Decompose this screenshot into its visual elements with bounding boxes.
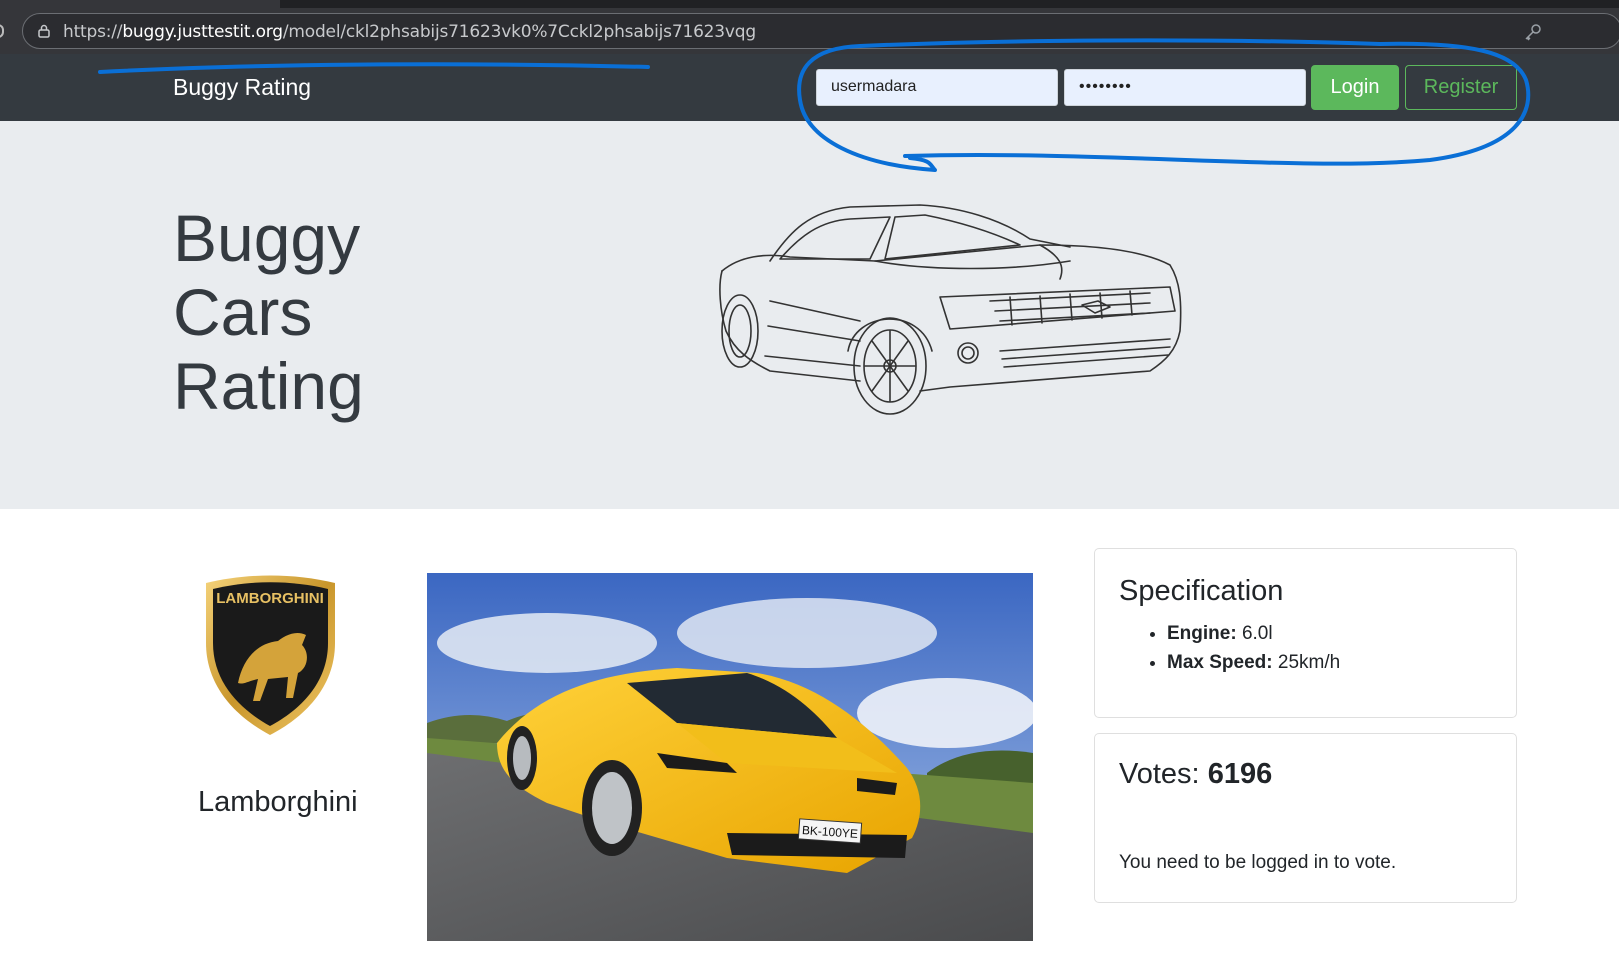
hero-title-line: Rating	[173, 349, 364, 423]
votes-label: Votes:	[1119, 758, 1200, 790]
login-password-input[interactable]: ••••••••	[1064, 69, 1306, 106]
spec-engine-label: Engine:	[1167, 623, 1237, 644]
site-info-icon[interactable]	[37, 24, 51, 38]
hero-jumbotron: Buggy Cars Rating	[0, 121, 1619, 509]
logo-text: LAMBORGHINI	[216, 590, 324, 607]
spec-speed-label: Max Speed:	[1167, 652, 1273, 673]
browser-tab-strip	[0, 0, 1619, 8]
make-name[interactable]: Lamborghini	[198, 786, 358, 819]
hero-title: Buggy Cars Rating	[173, 201, 473, 423]
browser-tab[interactable]	[0, 0, 280, 8]
password-key-icon[interactable]	[1523, 22, 1543, 42]
login-username-input[interactable]: usermadara	[816, 69, 1058, 106]
login-required-message: You need to be logged in to vote.	[1119, 852, 1397, 873]
browser-toolbar: https://buggy.justtestit.org/model/ckl2p…	[0, 8, 1619, 54]
car-photo: BK-100YE	[427, 573, 1033, 941]
car-sketch-illustration	[719, 204, 1182, 415]
specification-title: Specification	[1119, 575, 1284, 607]
navbar-brand[interactable]: Buggy Rating	[173, 74, 311, 101]
url-scheme: https://	[63, 22, 123, 42]
spec-speed-value: 25km/h	[1277, 652, 1341, 673]
address-url[interactable]: https://buggy.justtestit.org/model/ckl2p…	[63, 22, 756, 42]
specification-card: Specification Engine: 6.0l Max Speed: 25…	[1094, 548, 1517, 718]
spec-engine-value: 6.0l	[1241, 623, 1273, 644]
url-host: buggy.justtestit.org	[122, 22, 283, 42]
hero-title-line: Cars	[173, 275, 313, 349]
address-bar[interactable]: https://buggy.justtestit.org/model/ckl2p…	[22, 13, 1619, 49]
hero-title-line: Buggy	[173, 201, 361, 275]
votes-card: Votes: 6196 You need to be logged in to …	[1094, 733, 1517, 903]
votes-count: 6196	[1207, 758, 1273, 790]
register-button[interactable]: Register	[1405, 65, 1517, 110]
top-navbar: Buggy Rating usermadara •••••••• Login R…	[0, 54, 1619, 121]
specification-list: Engine: 6.0l Max Speed: 25km/h	[1167, 619, 1340, 677]
login-button[interactable]: Login	[1311, 65, 1399, 110]
spec-max-speed: Max Speed: 25km/h	[1167, 648, 1340, 677]
url-path: /model/ckl2phsabijs71623vk0%7Cckl2phsabi…	[282, 22, 756, 42]
votes-heading: Votes: 6196	[1119, 758, 1272, 791]
spec-engine: Engine: 6.0l	[1167, 619, 1340, 648]
lamborghini-logo: LAMBORGHINI	[206, 575, 335, 735]
reload-icon[interactable]	[0, 24, 4, 38]
